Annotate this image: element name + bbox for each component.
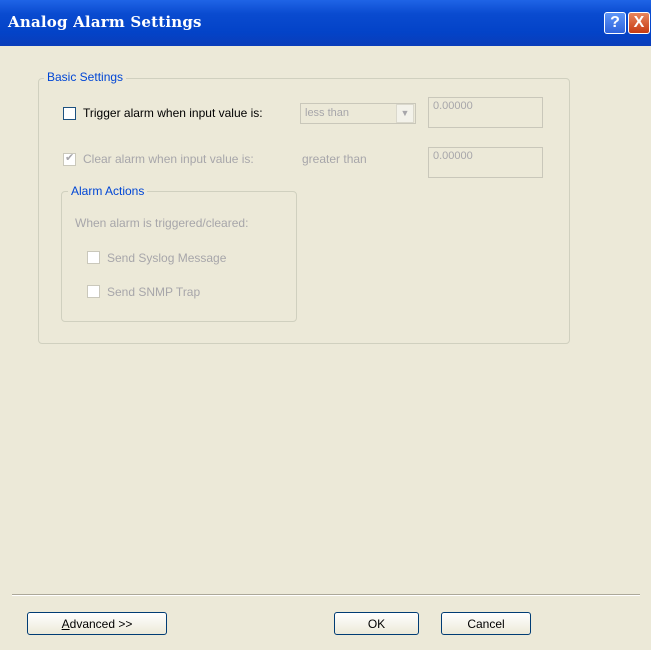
advanced-button[interactable]: Advanced >> (27, 612, 167, 635)
send-snmp-checkbox[interactable] (87, 285, 100, 298)
ok-button[interactable]: OK (334, 612, 419, 635)
window-title: Analog Alarm Settings (8, 13, 202, 31)
trigger-value-field[interactable]: 0.00000 (428, 97, 543, 128)
help-icon: ? (610, 14, 620, 31)
dialog-body: Basic Settings Trigger alarm when input … (0, 46, 651, 650)
cancel-label: Cancel (467, 616, 505, 631)
close-icon: X (633, 14, 645, 31)
footer-separator (12, 594, 640, 596)
cancel-button[interactable]: Cancel (441, 612, 531, 635)
clear-value-field[interactable]: 0.00000 (428, 147, 543, 178)
advanced-label: dvanced >> (69, 616, 133, 631)
trigger-alarm-checkbox[interactable] (63, 107, 76, 120)
ok-label: OK (367, 616, 386, 631)
chevron-down-icon[interactable]: ▼ (396, 104, 414, 123)
alarm-actions-legend: Alarm Actions (68, 184, 148, 198)
send-syslog-label: Send Syslog Message (107, 251, 227, 265)
check-icon: ✔ (65, 152, 75, 164)
clear-alarm-label: Clear alarm when input value is: (83, 152, 254, 166)
trigger-alarm-label: Trigger alarm when input value is: (83, 106, 263, 120)
send-syslog-checkbox[interactable] (87, 251, 100, 264)
clear-operator-value: greater than (302, 152, 367, 166)
trigger-operator-value: less than (305, 107, 350, 119)
clear-alarm-checkbox[interactable]: ✔ (63, 152, 76, 166)
basic-settings-legend: Basic Settings (44, 70, 127, 84)
alarm-actions-hint: When alarm is triggered/cleared: (75, 216, 249, 230)
title-bar: Analog Alarm Settings ? X (0, 0, 651, 46)
advanced-label-mnemonic: A (61, 616, 70, 631)
trigger-value-text: 0.00000 (433, 100, 473, 112)
help-button[interactable]: ? (604, 12, 626, 34)
clear-value-text: 0.00000 (433, 150, 473, 162)
send-snmp-label: Send SNMP Trap (107, 285, 201, 299)
close-button[interactable]: X (628, 12, 650, 34)
